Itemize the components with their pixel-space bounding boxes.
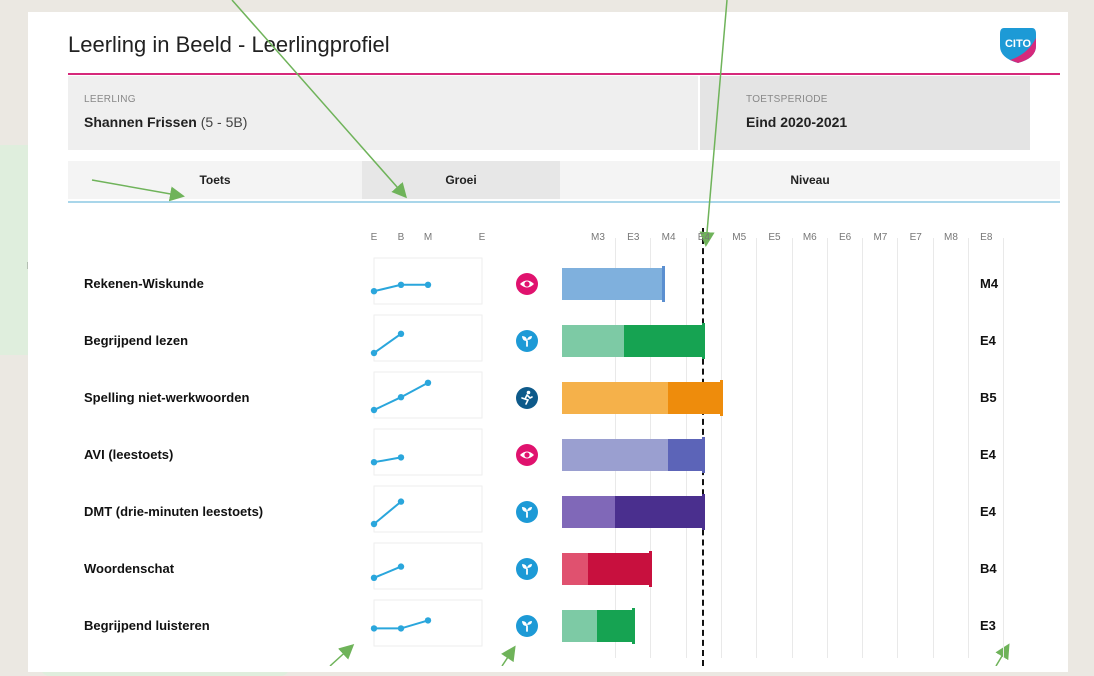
subject-label: Begrijpend luisteren [84, 618, 210, 633]
growth-point [370, 574, 378, 581]
growth-chart [370, 257, 483, 305]
level-bar-light [562, 268, 663, 300]
grid-line [1003, 238, 1005, 658]
grid-line [932, 238, 934, 658]
growth-point [370, 349, 378, 357]
level-code: B4 [980, 561, 997, 576]
niveau-tick: E7 [909, 232, 922, 243]
grid-line [968, 238, 969, 658]
growth-point [397, 625, 405, 632]
growth-point [370, 406, 378, 414]
niveau-tick: M7 [873, 232, 888, 243]
level-bar-end [661, 266, 665, 302]
growth-point [397, 330, 405, 337]
subject-label: AVI (leestoets) [84, 447, 174, 462]
eye-icon [516, 273, 538, 295]
level-code: E3 [980, 618, 996, 633]
level-code: E4 [980, 447, 996, 462]
sprout-icon [516, 615, 538, 637]
arrow-groei [231, 0, 407, 199]
arrow-level-marker [699, 0, 728, 247]
growth-point [370, 520, 378, 528]
level-bar-dark [588, 553, 651, 585]
level-bar-dark [667, 382, 721, 414]
groei-tick: E [370, 232, 378, 243]
level-bar-end [702, 323, 706, 359]
groei-tick: B [397, 232, 405, 243]
growth-point [397, 498, 405, 505]
growth-chart [370, 542, 483, 590]
grid-line [897, 238, 899, 658]
sprout-icon [516, 330, 538, 352]
arrow-toets [91, 179, 185, 202]
growth-point [370, 288, 378, 295]
arrow-growth-line [329, 643, 355, 666]
level-bar-end [719, 380, 723, 416]
level-bar-light [562, 496, 615, 528]
level-bar-dark [597, 610, 633, 642]
niveau-tick: E6 [838, 232, 852, 243]
grid-line [826, 238, 828, 658]
grid-line [720, 238, 722, 658]
growth-point [370, 459, 378, 466]
growth-chart [370, 314, 483, 362]
niveau-tick: M5 [732, 232, 747, 243]
niveau-tick: M6 [802, 232, 817, 243]
arrow-level [995, 643, 1010, 666]
level-bar-light [562, 382, 668, 414]
runner-icon [516, 387, 538, 409]
level-bar-end [702, 494, 706, 530]
level-bar-dark [667, 439, 704, 471]
eye-icon [516, 444, 538, 466]
growth-chart [370, 428, 483, 476]
subject-label: Woordenschat [84, 561, 175, 576]
level-bar-dark [623, 325, 704, 357]
arrow-icon [501, 645, 516, 666]
level-code: E4 [980, 333, 996, 348]
niveau-tick: E4 [697, 232, 710, 243]
level-code: E4 [980, 504, 996, 519]
growth-point [397, 563, 405, 570]
level-bar-end [649, 551, 653, 587]
level-bar-light [562, 439, 668, 471]
growth-chart [370, 485, 483, 533]
niveau-tick: E3 [627, 232, 640, 243]
level-bar-light [562, 325, 624, 357]
grid-line [862, 238, 864, 658]
growth-point [397, 454, 405, 461]
growth-point [424, 379, 432, 386]
growth-point [424, 617, 432, 624]
subject-label: Rekenen-Wiskunde [84, 276, 204, 291]
level-bar-light [562, 553, 589, 585]
growth-point [397, 394, 405, 401]
niveau-tick: M4 [661, 232, 676, 243]
level-bar-light [562, 610, 598, 642]
growth-point [424, 281, 432, 288]
level-bar-end [702, 437, 706, 473]
groei-tick: M [423, 232, 433, 243]
groei-tick: E [478, 232, 486, 243]
grid-line [791, 238, 793, 658]
level-code: B5 [980, 390, 997, 405]
sprout-icon [516, 501, 538, 523]
growth-chart [370, 371, 483, 419]
growth-point [397, 281, 405, 288]
level-bar-end [631, 608, 635, 644]
grid-line [756, 238, 758, 658]
subject-label: Begrijpend lezen [84, 333, 189, 348]
niveau-tick: M3 [591, 232, 605, 243]
subject-label: Spelling niet-werkwoorden [84, 390, 250, 405]
niveau-tick: M8 [944, 232, 958, 243]
level-bar-dark [614, 496, 704, 528]
niveau-tick: E5 [768, 232, 781, 243]
level-code: M4 [980, 276, 999, 291]
sprout-icon [516, 558, 538, 580]
subject-label: DMT (drie-minuten leestoets) [84, 504, 264, 519]
growth-chart [370, 599, 483, 647]
niveau-tick: E8 [980, 232, 993, 243]
growth-point [370, 625, 378, 632]
